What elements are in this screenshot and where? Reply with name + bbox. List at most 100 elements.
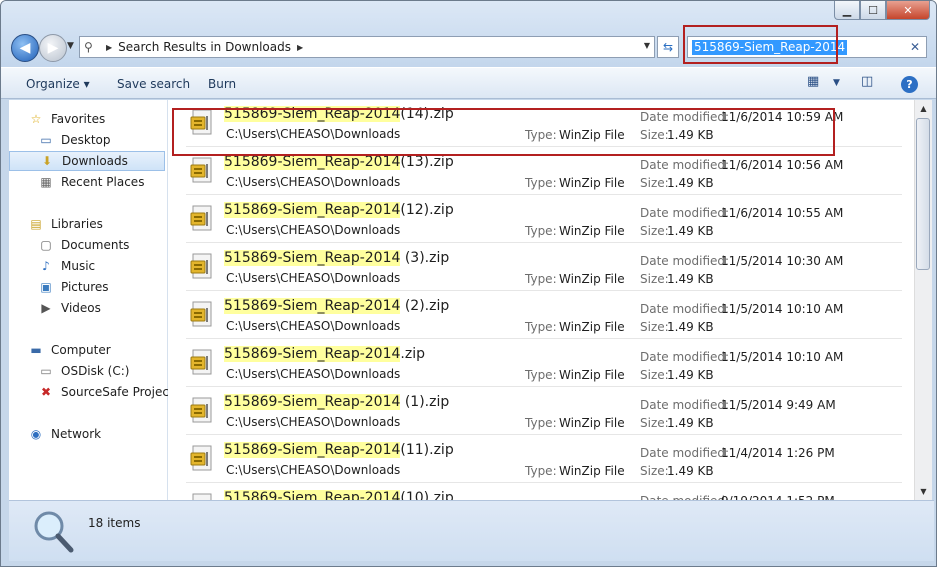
date-modified: 11/5/2014 10:10 AM: [721, 302, 844, 316]
documents-icon: ▢: [40, 238, 52, 252]
file-path: C:\Users\CHEASO\Downloads: [226, 415, 401, 429]
help-button[interactable]: ?: [901, 76, 918, 93]
sidebar-item-label: Desktop: [61, 133, 111, 147]
file-name-match: 515869-Siem_Reap-2014: [224, 346, 401, 362]
scroll-down-icon[interactable]: ▼: [915, 483, 932, 500]
file-path: C:\Users\CHEASO\Downloads: [226, 271, 401, 285]
sidebar-item-computer[interactable]: ▬ Computer: [27, 340, 183, 360]
address-bar[interactable]: ⚲ ▶ Search Results in Downloads ▶ ▼: [79, 36, 655, 58]
sidebar-item-libraries[interactable]: ▤ Libraries: [27, 214, 183, 234]
sidebar-item-label: Libraries: [51, 217, 103, 231]
sidebar-item-label: Pictures: [61, 280, 109, 294]
file-row[interactable]: 515869-Siem_Reap-2014(11).zip C:\Users\CH…: [186, 436, 902, 483]
maximize-button[interactable]: ☐: [860, 1, 886, 20]
file-name-match: 515869-Siem_Reap-2014: [224, 394, 401, 410]
file-row[interactable]: 515869-Siem_Reap-2014(12).zip C:\Users\CH…: [186, 196, 902, 243]
sidebar-item-downloads[interactable]: ⬇ Downloads: [9, 151, 165, 171]
date-modified: 11/5/2014 10:30 AM: [721, 254, 844, 268]
downloads-folder-icon: ⬇: [41, 154, 53, 168]
file-size: 1.49 KB: [667, 416, 714, 430]
date-modified: 11/5/2014 9:49 AM: [721, 398, 836, 412]
back-arrow-icon: ◀: [19, 40, 31, 56]
file-row[interactable]: 515869-Siem_Reap-2014(10).zipC:\Users\CH…: [186, 484, 902, 500]
file-name[interactable]: 515869-Siem_Reap-2014.zip: [224, 346, 425, 362]
breadcrumb-arrow-icon[interactable]: ▶: [297, 43, 303, 52]
type-label: Type:: [525, 176, 557, 190]
type-label: Type:: [525, 416, 557, 430]
date-modified: 11/6/2014 10:55 AM: [721, 206, 844, 220]
burn-button[interactable]: Burn: [208, 77, 236, 91]
file-name-match: 515869-Siem_Reap-2014: [224, 202, 401, 218]
file-type: WinZip File: [559, 272, 625, 286]
size-label: Size:: [640, 416, 669, 430]
back-button[interactable]: ◀: [11, 34, 39, 62]
date-modified-label: Date modified:: [640, 206, 730, 220]
size-label: Size:: [640, 368, 669, 382]
address-dropdown-icon[interactable]: ▼: [644, 41, 650, 50]
search-magnifier-icon: [34, 511, 74, 553]
view-dropdown-icon[interactable]: ▼: [833, 78, 840, 88]
network-icon: ◉: [30, 427, 42, 441]
breadcrumb-search-results[interactable]: Search Results in Downloads: [118, 40, 291, 54]
breadcrumb-arrow-icon[interactable]: ▶: [106, 43, 112, 52]
navigation-pane: ☆ Favorites ▭ Desktop ⬇ Downloads ▦ Rece…: [9, 100, 180, 500]
refresh-button[interactable]: ⇆: [657, 36, 679, 58]
file-name[interactable]: 515869-Siem_Reap-2014(13).zip: [224, 154, 454, 170]
file-path: C:\Users\CHEASO\Downloads: [226, 319, 401, 333]
item-count: 18 items: [88, 516, 141, 530]
file-name[interactable]: 515869-Siem_Reap-2014(10).zip: [224, 490, 454, 500]
file-type: WinZip File: [559, 320, 625, 334]
file-row[interactable]: 515869-Siem_Reap-2014 (3).zip C:\Users\CH…: [186, 244, 902, 291]
file-type: WinZip File: [559, 416, 625, 430]
size-label: Size:: [640, 464, 669, 478]
file-name[interactable]: 515869-Siem_Reap-2014 (3).zip: [224, 250, 449, 266]
file-name[interactable]: 515869-Siem_Reap-2014(11).zip: [224, 442, 454, 458]
date-modified-label: Date modified:: [640, 446, 730, 460]
type-label: Type:: [525, 224, 557, 238]
sidebar-item-label: Music: [61, 259, 96, 273]
refresh-icon: ⇆: [662, 40, 674, 54]
file-name-suffix: (12).zip: [400, 202, 454, 218]
organize-button[interactable]: Organize ▾: [26, 77, 90, 91]
recent-places-icon: ▦: [40, 175, 52, 189]
size-label: Size:: [640, 224, 669, 238]
star-icon: ☆: [30, 112, 42, 126]
recent-pages-dropdown[interactable]: ▼: [67, 41, 74, 51]
file-name-suffix: .zip: [400, 346, 425, 362]
save-search-button[interactable]: Save search: [117, 77, 190, 91]
file-row[interactable]: 515869-Siem_Reap-2014 (2).zip C:\Users\CH…: [186, 292, 902, 339]
command-bar: Organize ▾ Save search Burn ▦ ▼ ◫ ?: [1, 67, 936, 99]
sidebar-item-label: Recent Places: [61, 175, 145, 189]
file-row[interactable]: 515869-Siem_Reap-2014 (1).zip C:\Users\CH…: [186, 388, 902, 435]
sidebar-item-label: Videos: [61, 301, 101, 315]
close-button[interactable]: ✕: [886, 1, 930, 20]
scroll-thumb[interactable]: [916, 118, 930, 270]
sidebar-item-favorites[interactable]: ☆ Favorites: [27, 109, 183, 129]
network-drive-icon: ✖: [40, 385, 52, 399]
forward-button[interactable]: ▶: [39, 34, 67, 62]
winzip-file-icon: [190, 205, 212, 231]
date-modified: 11/5/2014 10:10 AM: [721, 350, 844, 364]
vertical-scrollbar[interactable]: ▲ ▼: [914, 100, 932, 500]
file-name-suffix: (1).zip: [400, 394, 450, 410]
drive-icon: ▭: [40, 364, 52, 378]
size-label: Size:: [640, 272, 669, 286]
type-label: Type:: [525, 464, 557, 478]
sidebar-item-label: Documents: [61, 238, 130, 252]
clear-search-icon[interactable]: ✕: [910, 40, 920, 54]
view-options-icon[interactable]: ▦: [807, 74, 819, 89]
file-row[interactable]: 515869-Siem_Reap-2014.zip C:\Users\CHEASO…: [186, 340, 902, 387]
type-label: Type:: [525, 320, 557, 334]
preview-pane-icon[interactable]: ◫: [861, 74, 873, 89]
sidebar-item-network[interactable]: ◉ Network: [27, 424, 183, 444]
file-name[interactable]: 515869-Siem_Reap-2014 (1).zip: [224, 394, 449, 410]
scroll-up-icon[interactable]: ▲: [915, 100, 932, 117]
file-name[interactable]: 515869-Siem_Reap-2014(12).zip: [224, 202, 454, 218]
sidebar-item-label: SourceSafe Projects: [61, 385, 180, 399]
file-list: 515869-Siem_Reap-2014(14).zip C:\Users\CH…: [168, 100, 914, 500]
type-label: Type:: [525, 368, 557, 382]
file-name[interactable]: 515869-Siem_Reap-2014 (2).zip: [224, 298, 449, 314]
minimize-button[interactable]: ▁: [834, 1, 860, 20]
computer-icon: ▬: [30, 343, 42, 357]
date-modified-label: Date modified:: [640, 302, 730, 316]
